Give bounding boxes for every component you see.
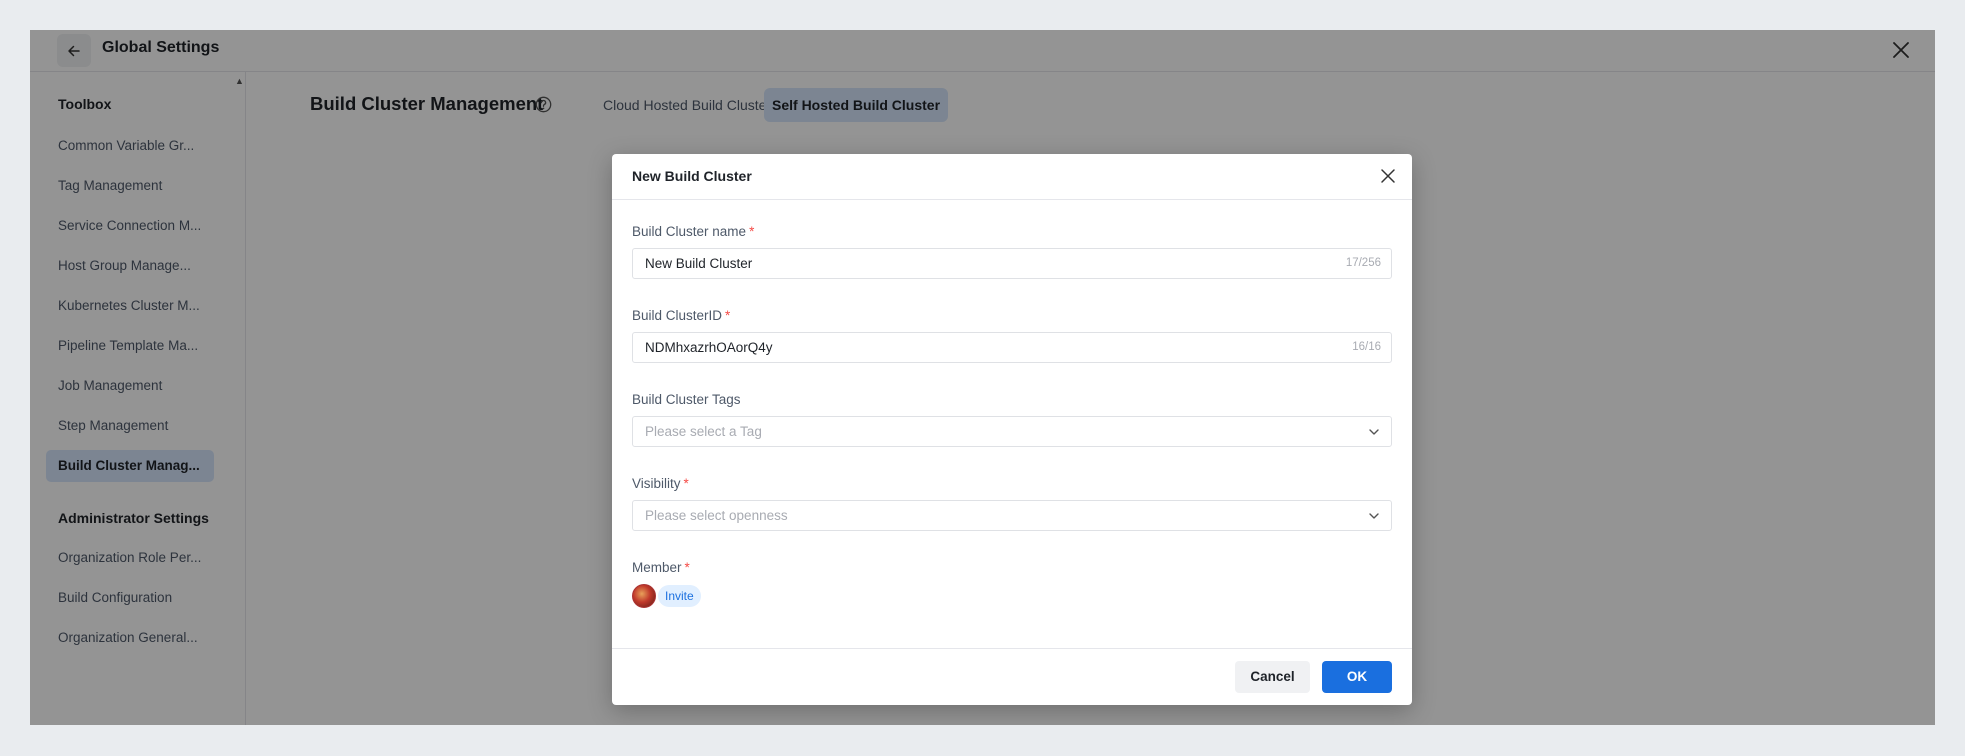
- dialog-header: New Build Cluster: [612, 154, 1412, 200]
- dialog-close-button[interactable]: [1376, 164, 1400, 188]
- member-label-text: Member: [632, 560, 682, 575]
- close-icon: [1381, 169, 1395, 183]
- cluster-id-value: NDMhxazrhOAorQ4y: [645, 340, 773, 355]
- cancel-button[interactable]: Cancel: [1235, 661, 1310, 693]
- cluster-name-label-text: Build Cluster name: [632, 224, 747, 239]
- required-mark: *: [684, 560, 690, 575]
- cluster-id-label-text: Build ClusterID: [632, 308, 723, 323]
- cluster-id-label: Build ClusterID *: [632, 308, 730, 323]
- cluster-name-label: Build Cluster name *: [632, 224, 754, 239]
- cluster-id-counter: 16/16: [1352, 341, 1381, 353]
- member-list: Invite: [632, 584, 701, 608]
- cluster-tags-label: Build Cluster Tags: [632, 392, 741, 407]
- cluster-tags-select[interactable]: Please select a Tag: [632, 416, 1392, 447]
- required-mark: *: [725, 308, 731, 323]
- cluster-name-input[interactable]: New Build Cluster 17/256: [632, 248, 1392, 279]
- visibility-select[interactable]: Please select openness: [632, 500, 1392, 531]
- avatar[interactable]: [632, 584, 656, 608]
- cluster-name-value: New Build Cluster: [645, 256, 753, 271]
- cluster-name-counter: 17/256: [1345, 257, 1381, 269]
- chevron-down-icon: [1369, 429, 1379, 435]
- app-window: Global Settings ▲ Toolbox Common Variabl…: [30, 30, 1935, 725]
- required-mark: *: [683, 476, 689, 491]
- invite-button[interactable]: Invite: [658, 585, 701, 607]
- cluster-id-input[interactable]: NDMhxazrhOAorQ4y 16/16: [632, 332, 1392, 363]
- dialog-title: New Build Cluster: [632, 168, 752, 184]
- member-label: Member *: [632, 560, 690, 575]
- chevron-down-icon: [1369, 513, 1379, 519]
- ok-button[interactable]: OK: [1322, 661, 1392, 693]
- new-build-cluster-dialog: New Build Cluster Build Cluster name * Ne…: [612, 154, 1412, 705]
- cluster-tags-placeholder: Please select a Tag: [645, 424, 762, 439]
- required-mark: *: [749, 224, 755, 239]
- visibility-placeholder: Please select openness: [645, 508, 788, 523]
- visibility-label-text: Visibility: [632, 476, 681, 491]
- visibility-label: Visibility *: [632, 476, 689, 491]
- dialog-footer: Cancel OK: [612, 648, 1412, 705]
